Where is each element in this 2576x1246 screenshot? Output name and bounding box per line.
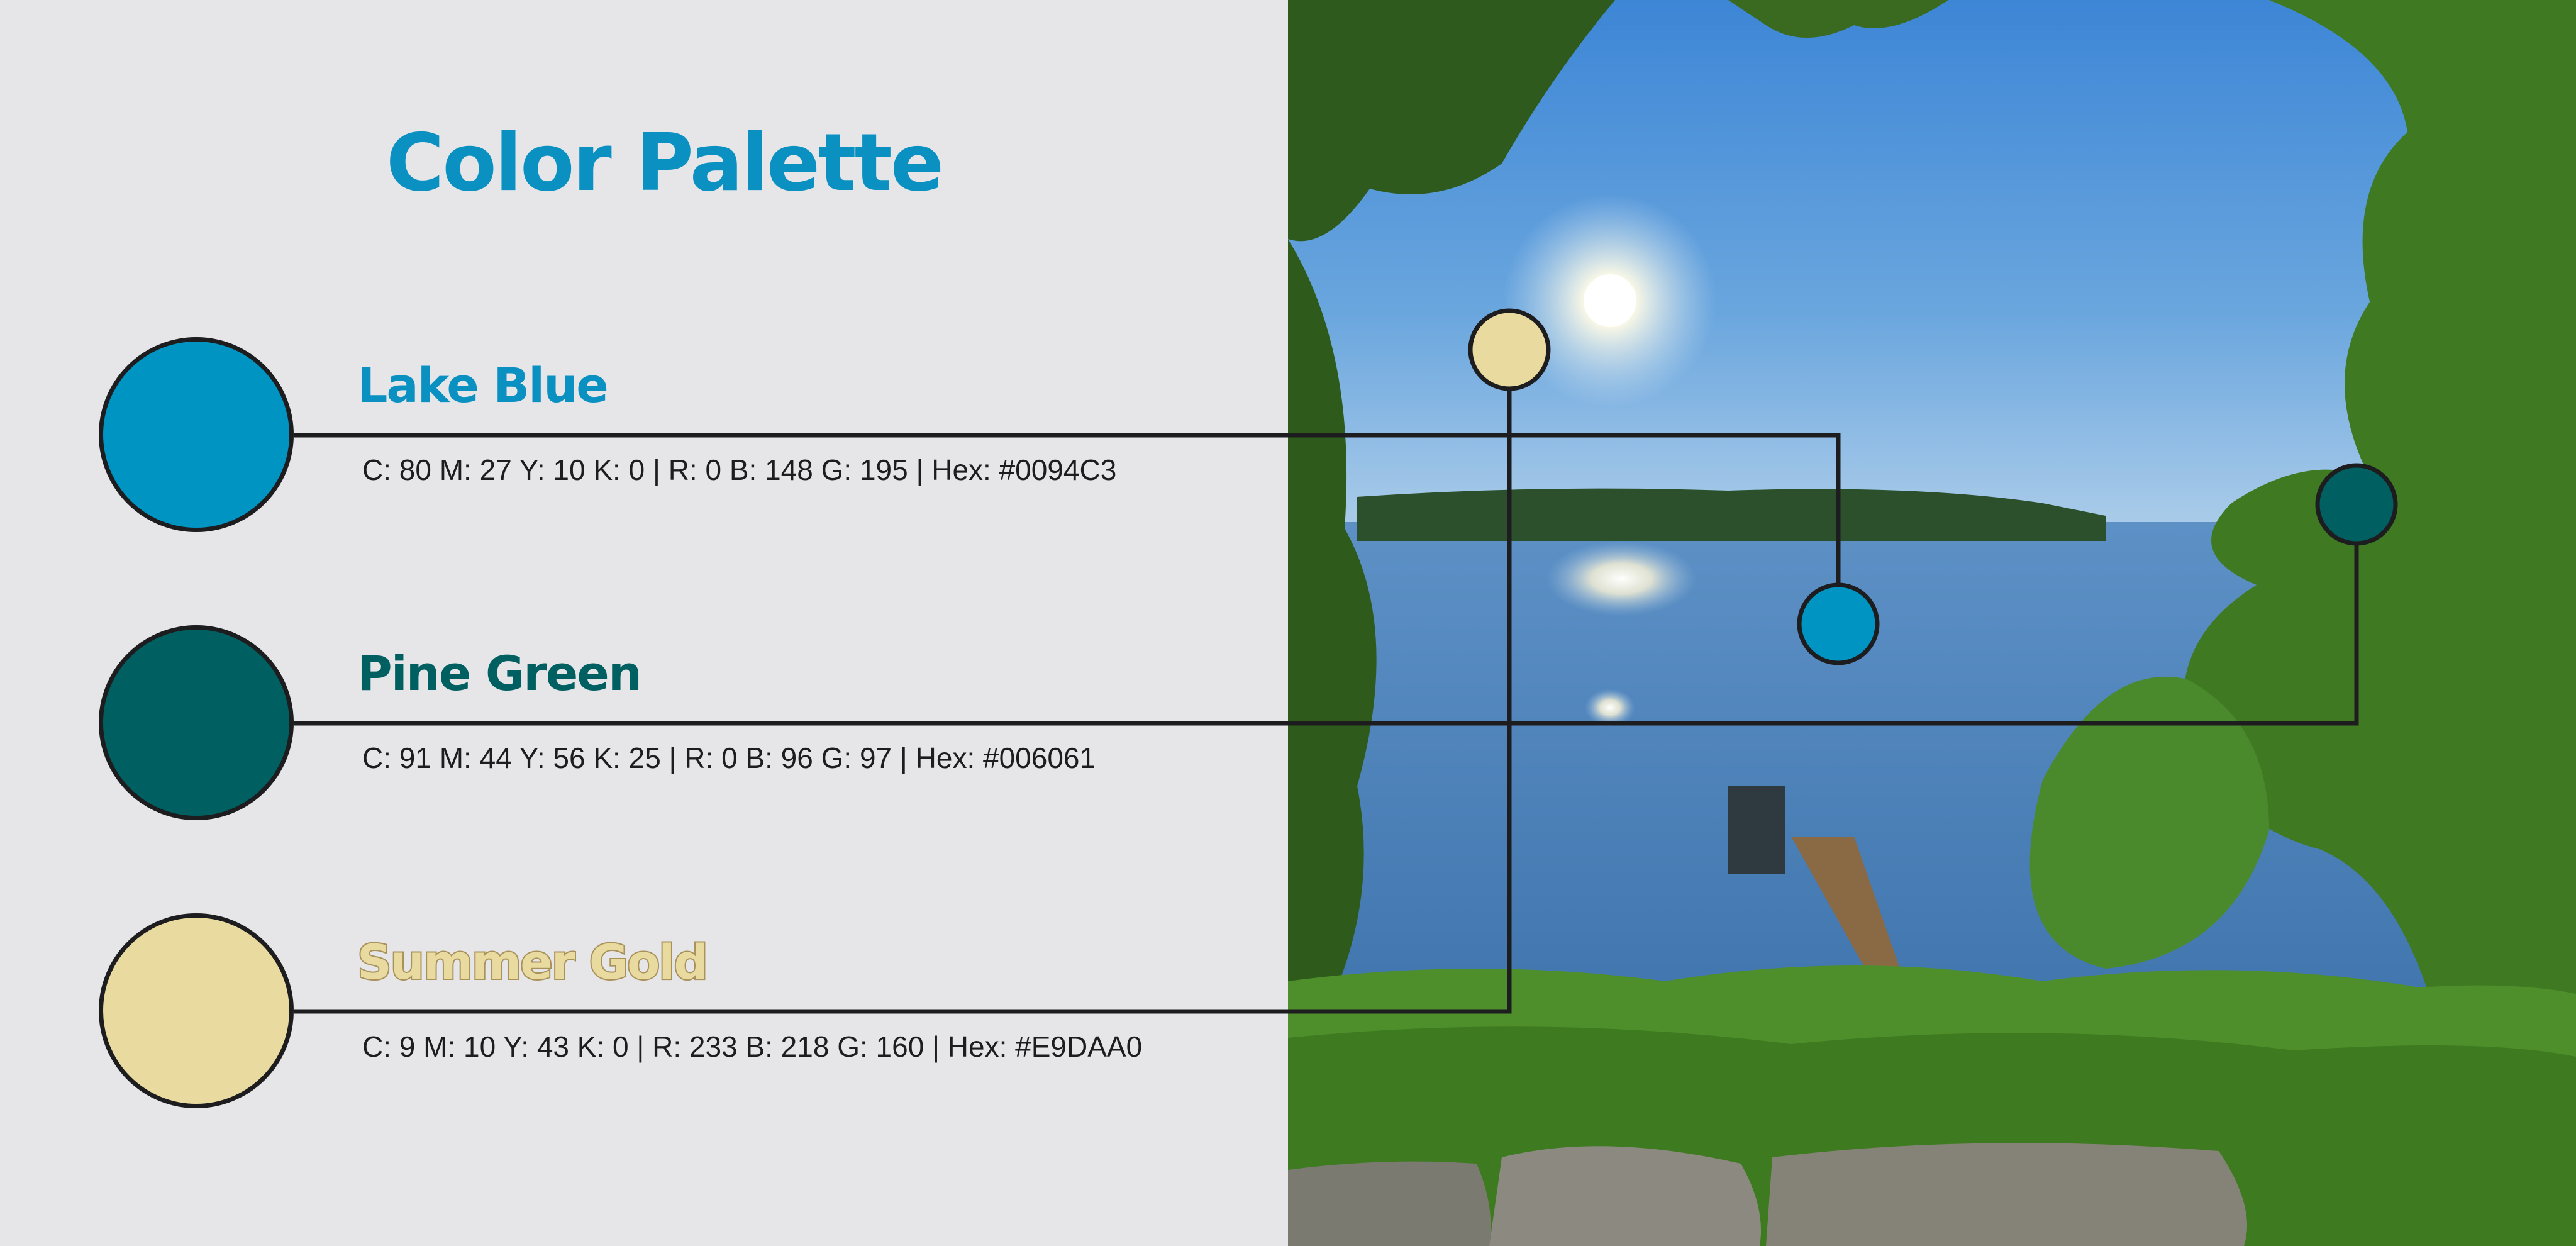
marker-pine-green [2315, 463, 2398, 546]
connector-lines [294, 308, 2398, 1014]
palette-board: Color Palette Lake Blue C: 80 M: 27 Y: 1… [0, 0, 2576, 1246]
connector-summer-gold [294, 390, 1512, 1014]
marker-lake-blue [1797, 582, 1880, 665]
connector-pine-green [294, 545, 2359, 726]
connector-lake-blue [294, 433, 1841, 584]
marker-summer-gold [1468, 308, 1551, 391]
